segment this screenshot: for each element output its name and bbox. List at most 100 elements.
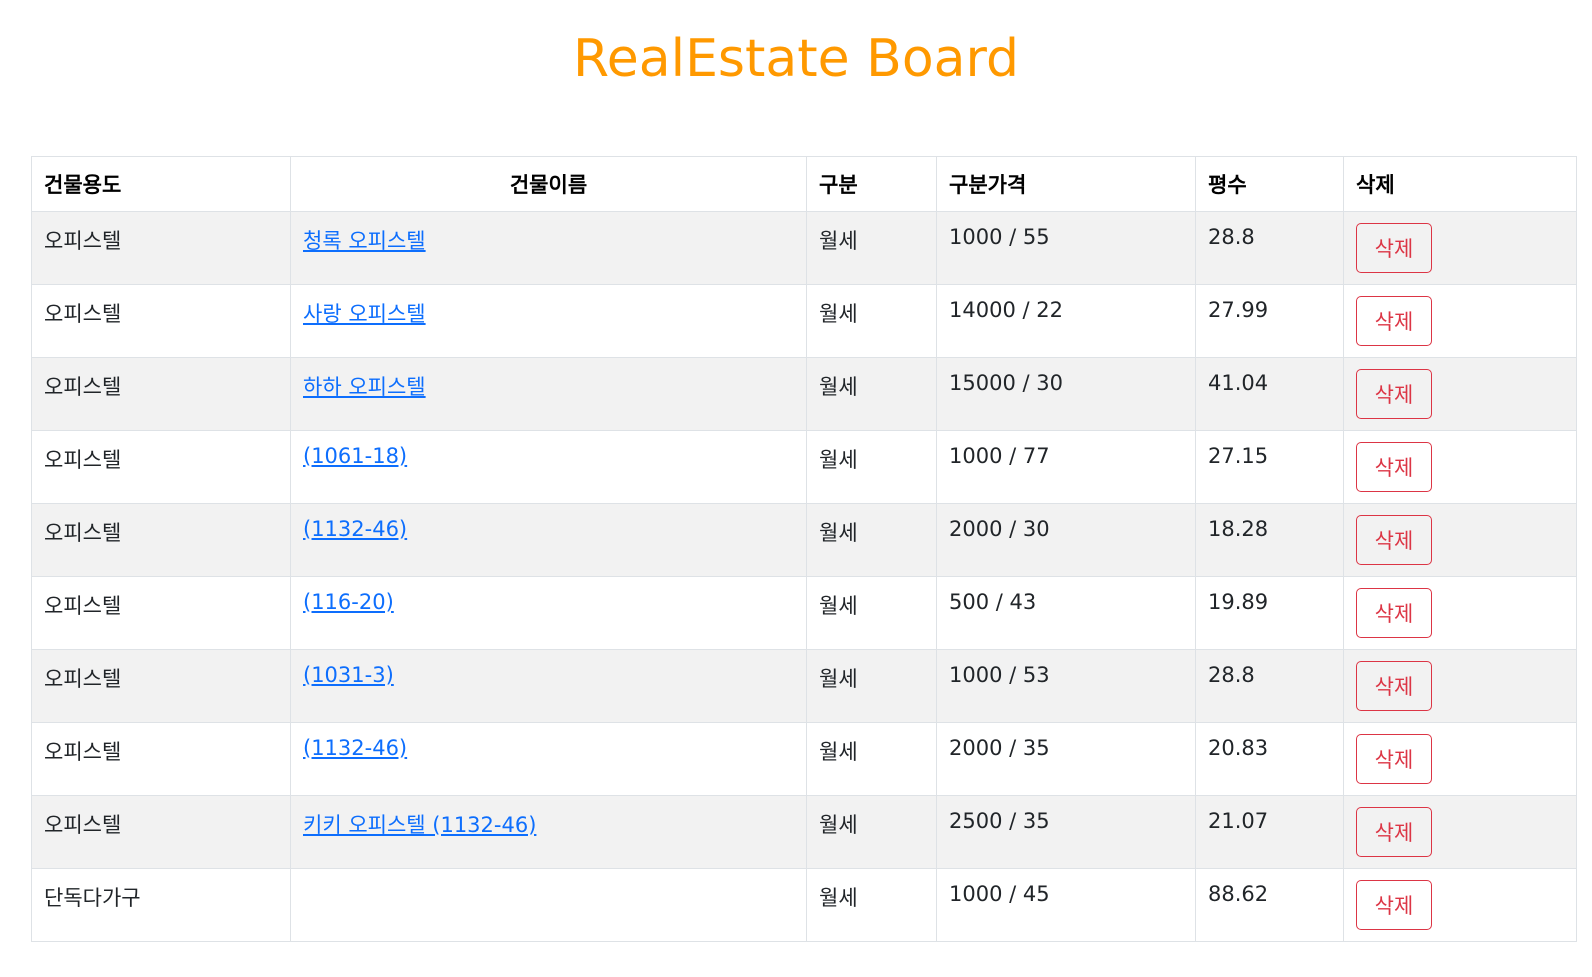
- building-name-link[interactable]: (1061-18): [303, 444, 407, 468]
- cell-price: 500 / 43: [936, 576, 1196, 650]
- cell-name: (1031-3): [290, 649, 807, 723]
- building-name-link[interactable]: 청록 오피스텔: [303, 229, 426, 253]
- cell-area: 18.28: [1195, 503, 1344, 577]
- cell-type: 월세: [806, 795, 937, 869]
- table-row: 오피스텔 키키 오피스텔 (1132-46) 월세 2500 / 35 21.07 삭제: [31, 795, 1577, 869]
- table-row: 오피스텔 사랑 오피스텔 월세 14000 / 22 27.99 삭제: [31, 284, 1577, 358]
- cell-price: 1000 / 55: [936, 211, 1196, 285]
- cell-name: 청록 오피스텔: [290, 211, 807, 285]
- table-row: 오피스텔 (1132-46) 월세 2000 / 35 20.83 삭제: [31, 722, 1577, 796]
- cell-usage: 오피스텔: [31, 649, 291, 723]
- cell-usage: 오피스텔: [31, 211, 291, 285]
- cell-price: 1000 / 45: [936, 868, 1196, 942]
- cell-type: 월세: [806, 649, 937, 723]
- cell-delete: 삭제: [1343, 357, 1577, 431]
- page-title: RealEstate Board: [572, 29, 1020, 89]
- cell-area: 41.04: [1195, 357, 1344, 431]
- cell-price: 2000 / 30: [936, 503, 1196, 577]
- header-row: 건물용도 건물이름 구분 구분가격 평수 삭제: [31, 156, 1577, 212]
- cell-name: [290, 868, 807, 942]
- cell-type: 월세: [806, 503, 937, 577]
- delete-button[interactable]: 삭제: [1356, 588, 1432, 638]
- cell-name: 하하 오피스텔: [290, 357, 807, 431]
- cell-area: 28.8: [1195, 211, 1344, 285]
- cell-delete: 삭제: [1343, 868, 1577, 942]
- cell-usage: 단독다가구: [31, 868, 291, 942]
- cell-area: 28.8: [1195, 649, 1344, 723]
- building-name-link[interactable]: 사랑 오피스텔: [303, 302, 426, 326]
- delete-button[interactable]: 삭제: [1356, 661, 1432, 711]
- building-name-link[interactable]: (1132-46): [303, 736, 407, 760]
- header-usage: 건물용도: [31, 156, 291, 212]
- header-delete: 삭제: [1343, 156, 1577, 212]
- table-row: 오피스텔 (116-20) 월세 500 / 43 19.89 삭제: [31, 576, 1577, 650]
- table-row: 단독다가구 월세 1000 / 45 88.62 삭제: [31, 868, 1577, 942]
- cell-name: (1061-18): [290, 430, 807, 504]
- cell-type: 월세: [806, 868, 937, 942]
- cell-usage: 오피스텔: [31, 795, 291, 869]
- cell-type: 월세: [806, 284, 937, 358]
- cell-delete: 삭제: [1343, 430, 1577, 504]
- cell-name: (1132-46): [290, 722, 807, 796]
- cell-price: 15000 / 30: [936, 357, 1196, 431]
- building-name-link[interactable]: (1132-46): [303, 517, 407, 541]
- header-price: 구분가격: [936, 156, 1196, 212]
- cell-usage: 오피스텔: [31, 722, 291, 796]
- cell-name: (116-20): [290, 576, 807, 650]
- cell-area: 27.15: [1195, 430, 1344, 504]
- cell-usage: 오피스텔: [31, 576, 291, 650]
- building-name-link[interactable]: (1031-3): [303, 663, 394, 687]
- delete-button[interactable]: 삭제: [1356, 807, 1432, 857]
- cell-delete: 삭제: [1343, 722, 1577, 796]
- cell-area: 20.83: [1195, 722, 1344, 796]
- cell-usage: 오피스텔: [31, 357, 291, 431]
- cell-area: 19.89: [1195, 576, 1344, 650]
- cell-price: 2000 / 35: [936, 722, 1196, 796]
- cell-delete: 삭제: [1343, 649, 1577, 723]
- cell-name: (1132-46): [290, 503, 807, 577]
- table-header: 건물용도 건물이름 구분 구분가격 평수 삭제: [31, 156, 1577, 212]
- real-estate-table: 건물용도 건물이름 구분 구분가격 평수 삭제 오피스텔 청록 오피스텔 월세 100…: [31, 156, 1577, 942]
- cell-price: 1000 / 77: [936, 430, 1196, 504]
- cell-name: 키키 오피스텔 (1132-46): [290, 795, 807, 869]
- cell-name: 사랑 오피스텔: [290, 284, 807, 358]
- cell-area: 88.62: [1195, 868, 1344, 942]
- delete-button[interactable]: 삭제: [1356, 515, 1432, 565]
- cell-usage: 오피스텔: [31, 284, 291, 358]
- cell-price: 14000 / 22: [936, 284, 1196, 358]
- building-name-link[interactable]: 키키 오피스텔 (1132-46): [303, 813, 536, 837]
- cell-type: 월세: [806, 357, 937, 431]
- building-name-link[interactable]: (116-20): [303, 590, 394, 614]
- table-row: 오피스텔 (1031-3) 월세 1000 / 53 28.8 삭제: [31, 649, 1577, 723]
- cell-delete: 삭제: [1343, 576, 1577, 650]
- header-area: 평수: [1195, 156, 1344, 212]
- header-name: 건물이름: [290, 156, 807, 212]
- delete-button[interactable]: 삭제: [1356, 442, 1432, 492]
- table-row: 오피스텔 (1132-46) 월세 2000 / 30 18.28 삭제: [31, 503, 1577, 577]
- cell-type: 월세: [806, 430, 937, 504]
- delete-button[interactable]: 삭제: [1356, 734, 1432, 784]
- cell-price: 2500 / 35: [936, 795, 1196, 869]
- cell-usage: 오피스텔: [31, 430, 291, 504]
- delete-button[interactable]: 삭제: [1356, 880, 1432, 930]
- table-row: 오피스텔 (1061-18) 월세 1000 / 77 27.15 삭제: [31, 430, 1577, 504]
- table-body: 오피스텔 청록 오피스텔 월세 1000 / 55 28.8 삭제 오피스텔 사랑 오피스텔 월…: [31, 211, 1577, 942]
- cell-price: 1000 / 53: [936, 649, 1196, 723]
- cell-delete: 삭제: [1343, 284, 1577, 358]
- cell-usage: 오피스텔: [31, 503, 291, 577]
- building-name-link[interactable]: 하하 오피스텔: [303, 375, 426, 399]
- cell-area: 21.07: [1195, 795, 1344, 869]
- table-row: 오피스텔 하하 오피스텔 월세 15000 / 30 41.04 삭제: [31, 357, 1577, 431]
- cell-type: 월세: [806, 211, 937, 285]
- header-type: 구분: [806, 156, 937, 212]
- delete-button[interactable]: 삭제: [1356, 223, 1432, 273]
- cell-area: 27.99: [1195, 284, 1344, 358]
- table-row: 오피스텔 청록 오피스텔 월세 1000 / 55 28.8 삭제: [31, 211, 1577, 285]
- cell-delete: 삭제: [1343, 503, 1577, 577]
- cell-type: 월세: [806, 722, 937, 796]
- delete-button[interactable]: 삭제: [1356, 369, 1432, 419]
- cell-delete: 삭제: [1343, 211, 1577, 285]
- cell-type: 월세: [806, 576, 937, 650]
- delete-button[interactable]: 삭제: [1356, 296, 1432, 346]
- cell-delete: 삭제: [1343, 795, 1577, 869]
